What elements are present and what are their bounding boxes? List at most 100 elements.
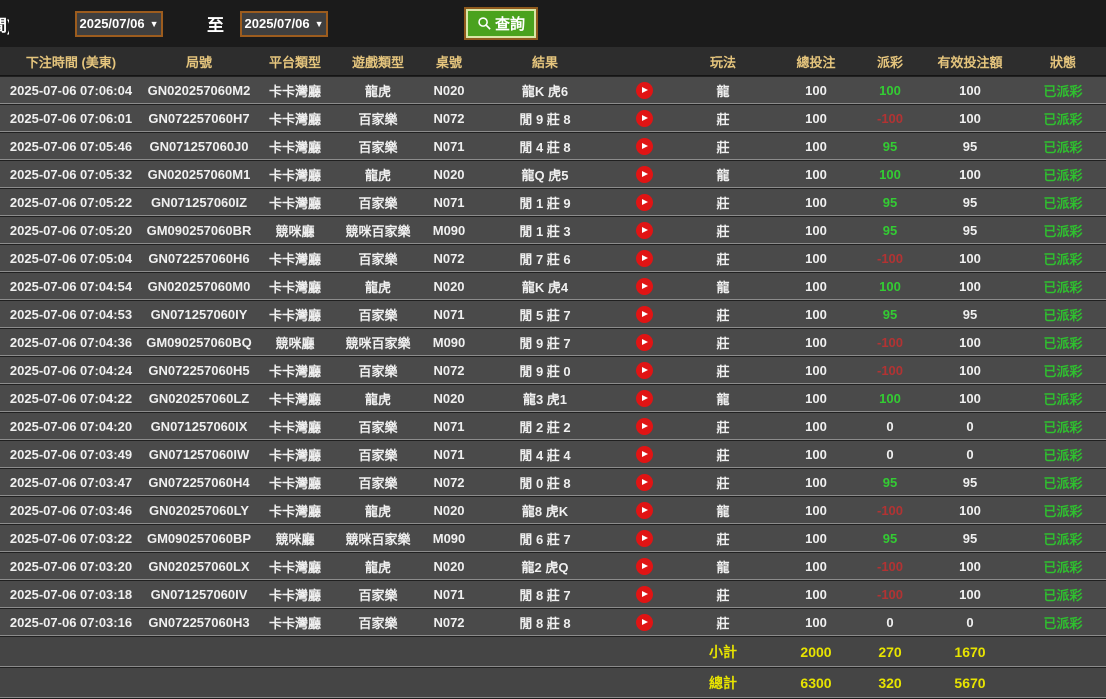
filter-toolbar: 間) 2025/07/06 ▼ 至 2025/07/06 ▼ 查詢 [0, 0, 1106, 47]
video-play-icon[interactable] [636, 194, 653, 211]
cell-table_no: N071 [422, 419, 476, 434]
cell-valid_bet: 100 [920, 391, 1020, 406]
cell-status: 已派彩 [1020, 81, 1106, 100]
cell-play: 莊 [674, 109, 772, 128]
cell-status: 已派彩 [1020, 473, 1106, 492]
table-row: 2025-07-06 07:03:49GN071257060IW卡卡灣廳百家樂N… [0, 440, 1106, 468]
cell-play: 龍 [674, 277, 772, 296]
table-row: 2025-07-06 07:04:20GN071257060IX卡卡灣廳百家樂N… [0, 412, 1106, 440]
cell-video [614, 334, 674, 351]
cell-platform: 卡卡灣廳 [256, 585, 334, 604]
cell-result: 閒 0 莊 8 [476, 473, 614, 492]
cell-payout: -100 [860, 335, 920, 350]
cell-game_no: GN071257060J0 [142, 139, 256, 154]
cell-video [614, 502, 674, 519]
cell-payout: 95 [860, 195, 920, 210]
cell-video [614, 250, 674, 267]
cell-platform: 卡卡灣廳 [256, 109, 334, 128]
cell-valid_bet: 95 [920, 139, 1020, 154]
cell-table_no: N020 [422, 503, 476, 518]
cell-result: 龍Q 虎5 [476, 165, 614, 184]
cell-time: 2025-07-06 07:03:20 [0, 559, 142, 574]
cell-valid_bet: 100 [920, 83, 1020, 98]
video-play-icon[interactable] [636, 110, 653, 127]
search-button[interactable]: 查詢 [466, 9, 536, 38]
column-header-play: 玩法 [674, 52, 772, 71]
date-to-select[interactable]: 2025/07/06 ▼ [240, 11, 328, 37]
cell-total_bet: 100 [772, 447, 860, 462]
cell-game_no: GN071257060IW [142, 447, 256, 462]
cell-game_no: GM090257060BQ [142, 335, 256, 350]
cell-total_bet: 100 [772, 503, 860, 518]
cell-time: 2025-07-06 07:06:01 [0, 111, 142, 126]
cell-platform: 競咪廳 [256, 221, 334, 240]
video-play-icon[interactable] [636, 222, 653, 239]
cell-result: 閒 6 莊 7 [476, 529, 614, 548]
total-valid_bet: 5670 [920, 675, 1020, 691]
cell-result: 閒 9 莊 8 [476, 109, 614, 128]
video-play-icon[interactable] [636, 362, 653, 379]
cell-status: 已派彩 [1020, 529, 1106, 548]
cell-total_bet: 100 [772, 559, 860, 574]
video-play-icon[interactable] [636, 334, 653, 351]
cell-video [614, 390, 674, 407]
video-play-icon[interactable] [636, 390, 653, 407]
cell-time: 2025-07-06 07:06:04 [0, 83, 142, 98]
video-play-icon[interactable] [636, 250, 653, 267]
video-play-icon[interactable] [636, 278, 653, 295]
cell-platform: 卡卡灣廳 [256, 81, 334, 100]
cell-play: 莊 [674, 445, 772, 464]
cell-platform: 卡卡灣廳 [256, 613, 334, 632]
video-play-icon[interactable] [636, 558, 653, 575]
table-row: 2025-07-06 07:03:46GN020257060LY卡卡灣廳龍虎N0… [0, 496, 1106, 524]
video-play-icon[interactable] [636, 474, 653, 491]
cell-game_no: GN020257060LX [142, 559, 256, 574]
cell-total_bet: 100 [772, 475, 860, 490]
cell-valid_bet: 100 [920, 279, 1020, 294]
dropdown-arrow-icon: ▼ [315, 19, 324, 29]
cell-play: 莊 [674, 137, 772, 156]
cell-status: 已派彩 [1020, 193, 1106, 212]
cell-total_bet: 100 [772, 419, 860, 434]
table-row: 2025-07-06 07:04:24GN072257060H5卡卡灣廳百家樂N… [0, 356, 1106, 384]
table-row: 2025-07-06 07:03:22GM090257060BP競咪廳競咪百家樂… [0, 524, 1106, 552]
cell-platform: 卡卡灣廳 [256, 165, 334, 184]
cell-payout: -100 [860, 587, 920, 602]
video-play-icon[interactable] [636, 418, 653, 435]
cell-game_type: 百家樂 [334, 417, 422, 436]
cell-result: 龍8 虎K [476, 501, 614, 520]
cell-play: 龍 [674, 557, 772, 576]
date-range-to-label: 至 [207, 11, 224, 36]
cell-video [614, 166, 674, 183]
cell-status: 已派彩 [1020, 585, 1106, 604]
video-play-icon[interactable] [636, 138, 653, 155]
cell-video [614, 362, 674, 379]
cell-total_bet: 100 [772, 83, 860, 98]
video-play-icon[interactable] [636, 82, 653, 99]
subtotal-row: 小計20002701670 [0, 636, 1106, 667]
cell-result: 龍3 虎1 [476, 389, 614, 408]
cell-time: 2025-07-06 07:03:18 [0, 587, 142, 602]
video-play-icon[interactable] [636, 502, 653, 519]
video-play-icon[interactable] [636, 166, 653, 183]
cell-status: 已派彩 [1020, 221, 1106, 240]
video-play-icon[interactable] [636, 446, 653, 463]
video-play-icon[interactable] [636, 586, 653, 603]
cell-valid_bet: 100 [920, 251, 1020, 266]
table-header-row: 下注時間 (美東)局號平台類型遊戲類型桌號結果玩法總投注派彩有效投注額狀態 [0, 47, 1106, 76]
video-play-icon[interactable] [636, 614, 653, 631]
column-header-platform: 平台類型 [256, 52, 334, 71]
table-row: 2025-07-06 07:05:04GN072257060H6卡卡灣廳百家樂N… [0, 244, 1106, 272]
cell-valid_bet: 100 [920, 111, 1020, 126]
video-play-icon[interactable] [636, 306, 653, 323]
subtotal-valid_bet: 1670 [920, 644, 1020, 660]
bet-history-table: 2025-07-06 07:06:04GN020257060M2卡卡灣廳龍虎N0… [0, 76, 1106, 636]
cell-table_no: N020 [422, 391, 476, 406]
video-play-icon[interactable] [636, 530, 653, 547]
cell-time: 2025-07-06 07:04:20 [0, 419, 142, 434]
table-row: 2025-07-06 07:03:20GN020257060LX卡卡灣廳龍虎N0… [0, 552, 1106, 580]
date-from-select[interactable]: 2025/07/06 ▼ [75, 11, 163, 37]
column-header-game_type: 遊戲類型 [334, 52, 422, 71]
cell-video [614, 614, 674, 631]
cell-valid_bet: 0 [920, 419, 1020, 434]
